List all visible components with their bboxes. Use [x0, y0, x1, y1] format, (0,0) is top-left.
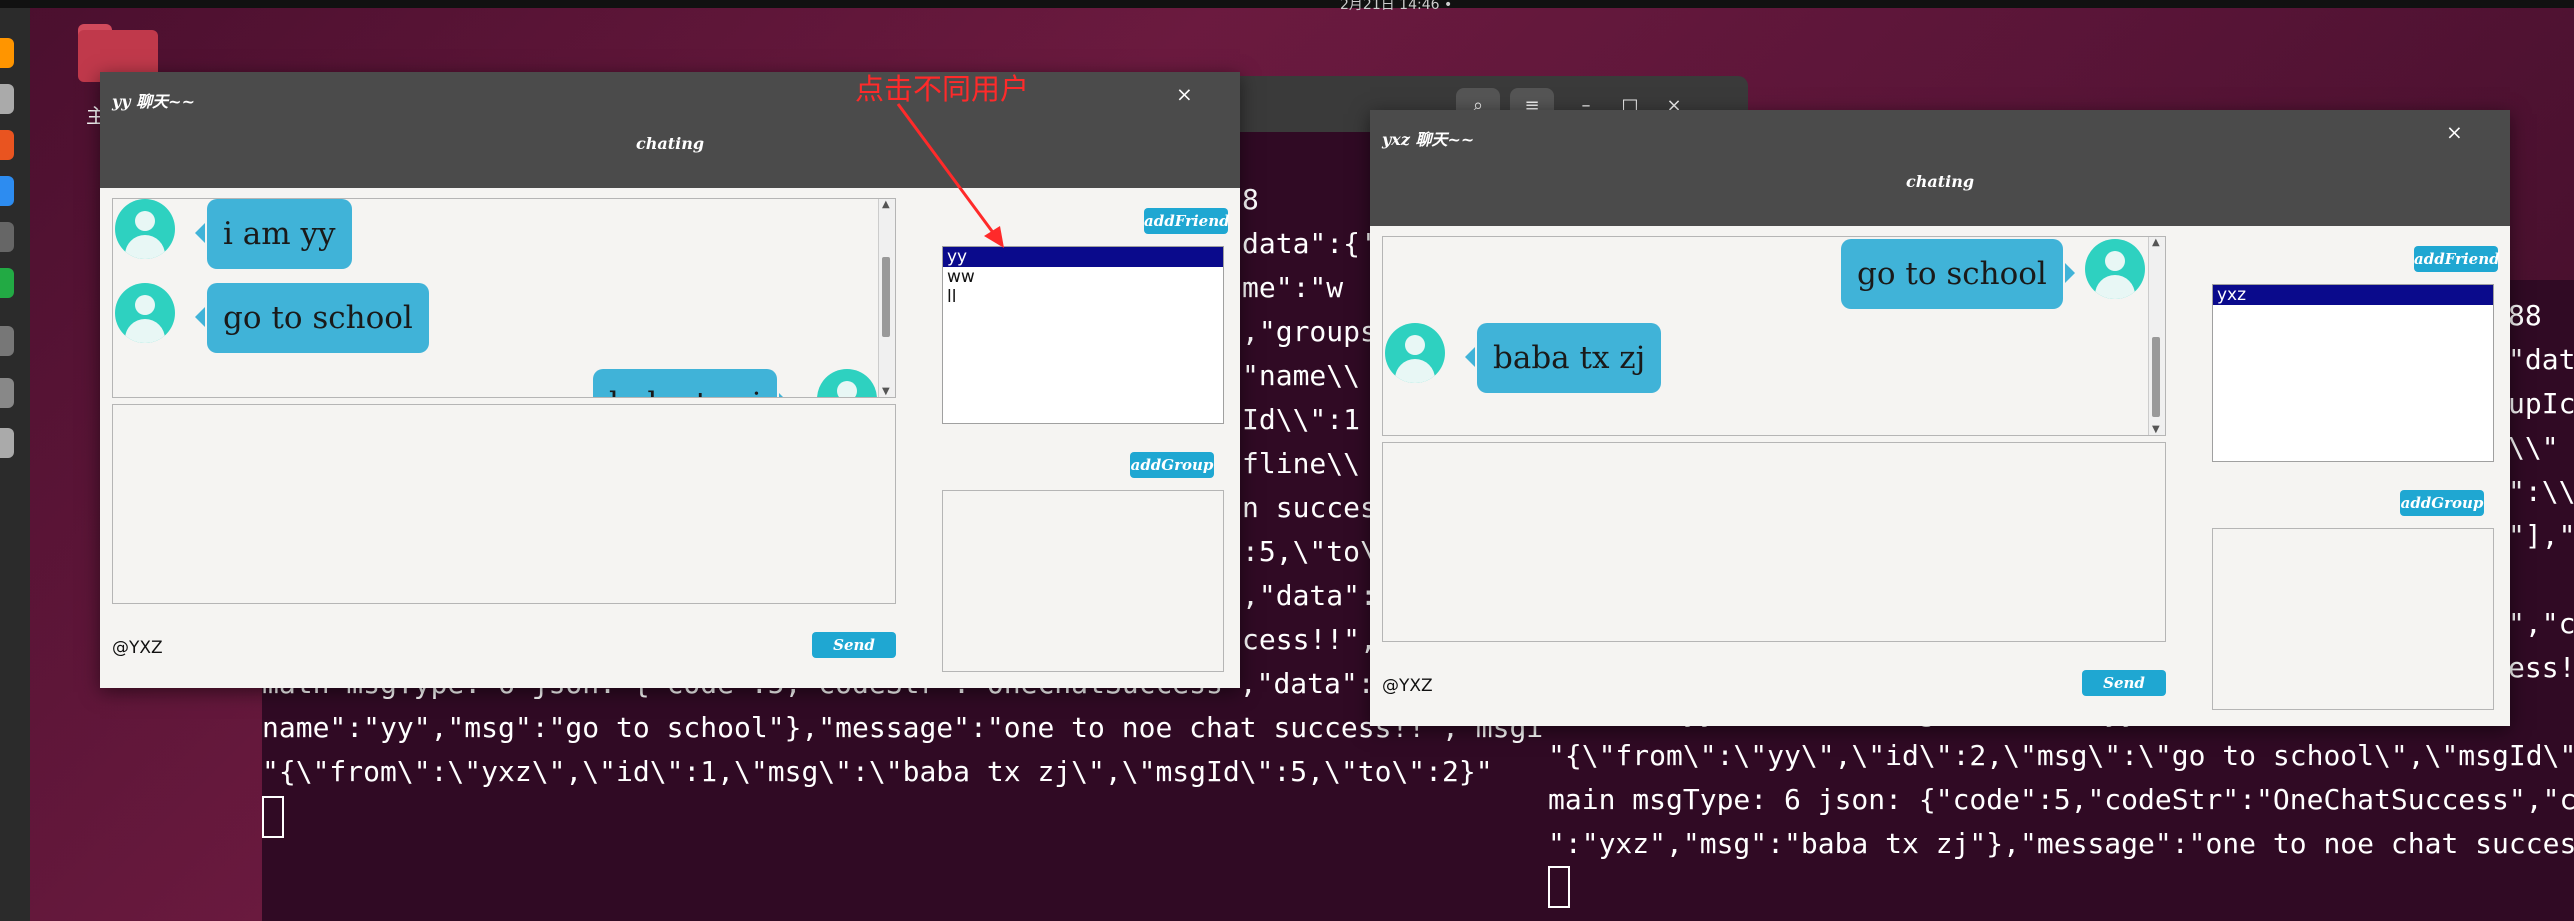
annotation-arrow — [896, 103, 1004, 248]
